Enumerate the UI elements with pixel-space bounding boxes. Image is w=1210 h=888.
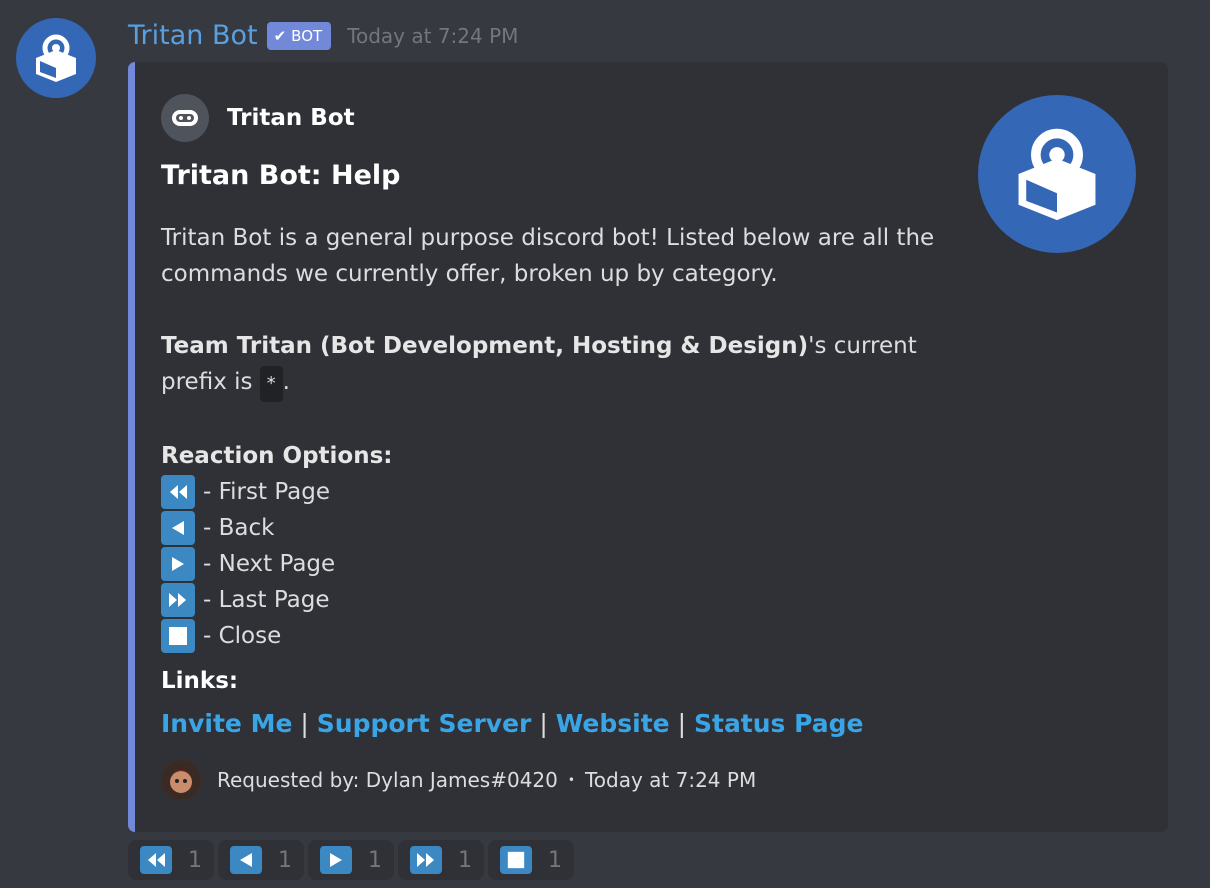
reaction-option: - Back: [161, 510, 961, 546]
embed-footer: Requested by: Dylan James#0420 • Today a…: [161, 760, 756, 800]
embed-author: Tritan Bot: [161, 94, 355, 142]
reactions-bar: 1 1 1 1 1: [128, 840, 578, 880]
link-separator: |: [300, 709, 309, 738]
lock-box-icon: [1018, 128, 1096, 221]
robot-icon: [172, 110, 198, 126]
embed-author-name: Tritan Bot: [227, 105, 355, 131]
prefix-line: Team Tritan (Bot Development, Hosting & …: [161, 328, 961, 402]
requester-avatar: [161, 760, 201, 800]
reaction-last-page[interactable]: 1: [398, 840, 484, 880]
invite-link[interactable]: Invite Me: [161, 709, 292, 738]
footer-text: Requested by: Dylan James#0420: [217, 768, 558, 792]
help-embed: Tritan Bot Tritan Bot: Help Tritan Bot i…: [128, 62, 1168, 832]
embed-title: Tritan Bot: Help: [161, 160, 401, 191]
reaction-option-label: - Next Page: [203, 551, 336, 577]
fast-forward-icon: [161, 583, 195, 617]
rewind-icon: [161, 475, 195, 509]
back-icon: [230, 846, 262, 874]
lock-box-icon: [36, 34, 76, 82]
support-server-link[interactable]: Support Server: [317, 709, 532, 738]
fast-forward-icon: [410, 846, 442, 874]
website-link[interactable]: Website: [556, 709, 670, 738]
prefix-code: *: [259, 366, 283, 402]
reaction-option-label: - First Page: [203, 479, 331, 505]
status-page-link[interactable]: Status Page: [694, 709, 864, 738]
link-separator: |: [677, 709, 687, 738]
stop-icon: [500, 846, 532, 874]
reaction-option-label: - Last Page: [203, 587, 330, 613]
embed-description: Tritan Bot is a general purpose discord …: [161, 220, 961, 654]
embed-thumbnail[interactable]: [978, 95, 1136, 253]
reaction-option: - Last Page: [161, 582, 961, 618]
reaction-count: 1: [188, 847, 202, 873]
reaction-first-page[interactable]: 1: [128, 840, 214, 880]
link-separator: |: [539, 709, 548, 738]
reaction-count: 1: [368, 847, 382, 873]
forward-icon: [320, 846, 352, 874]
reaction-count: 1: [458, 847, 472, 873]
embed-author-icon: [161, 94, 209, 142]
reaction-option-label: - Close: [203, 623, 282, 649]
reaction-count: 1: [548, 847, 562, 873]
reaction-options-heading: Reaction Options:: [161, 443, 393, 469]
description-intro: Tritan Bot is a general purpose discord …: [161, 225, 935, 287]
forward-icon: [161, 547, 195, 581]
footer-dot: •: [567, 773, 575, 787]
footer-timestamp: Today at 7:24 PM: [584, 768, 757, 792]
reaction-back[interactable]: 1: [218, 840, 304, 880]
bot-avatar[interactable]: [16, 18, 96, 98]
author-name[interactable]: Tritan Bot: [128, 18, 258, 54]
links-field: Invite Me | Support Server | Website | S…: [161, 706, 864, 742]
reaction-close[interactable]: 1: [488, 840, 574, 880]
message-timestamp: Today at 7:24 PM: [347, 24, 519, 48]
rewind-icon: [140, 846, 172, 874]
message-header: Tritan Bot ✔ BOT Today at 7:24 PM: [128, 18, 518, 54]
bot-tag-label: BOT: [291, 27, 323, 45]
reaction-option-label: - Back: [203, 515, 275, 541]
check-icon: ✔: [273, 27, 287, 45]
team-name: Team Tritan (Bot Development, Hosting & …: [161, 333, 809, 359]
reaction-option: - Close: [161, 618, 961, 654]
reaction-option: - First Page: [161, 474, 961, 510]
reaction-count: 1: [278, 847, 292, 873]
stop-icon: [161, 619, 195, 653]
links-heading: Links:: [161, 668, 239, 694]
prefix-end: .: [282, 369, 290, 395]
reaction-option: - Next Page: [161, 546, 961, 582]
back-icon: [161, 511, 195, 545]
bot-tag: ✔ BOT: [266, 22, 332, 50]
reaction-next-page[interactable]: 1: [308, 840, 394, 880]
